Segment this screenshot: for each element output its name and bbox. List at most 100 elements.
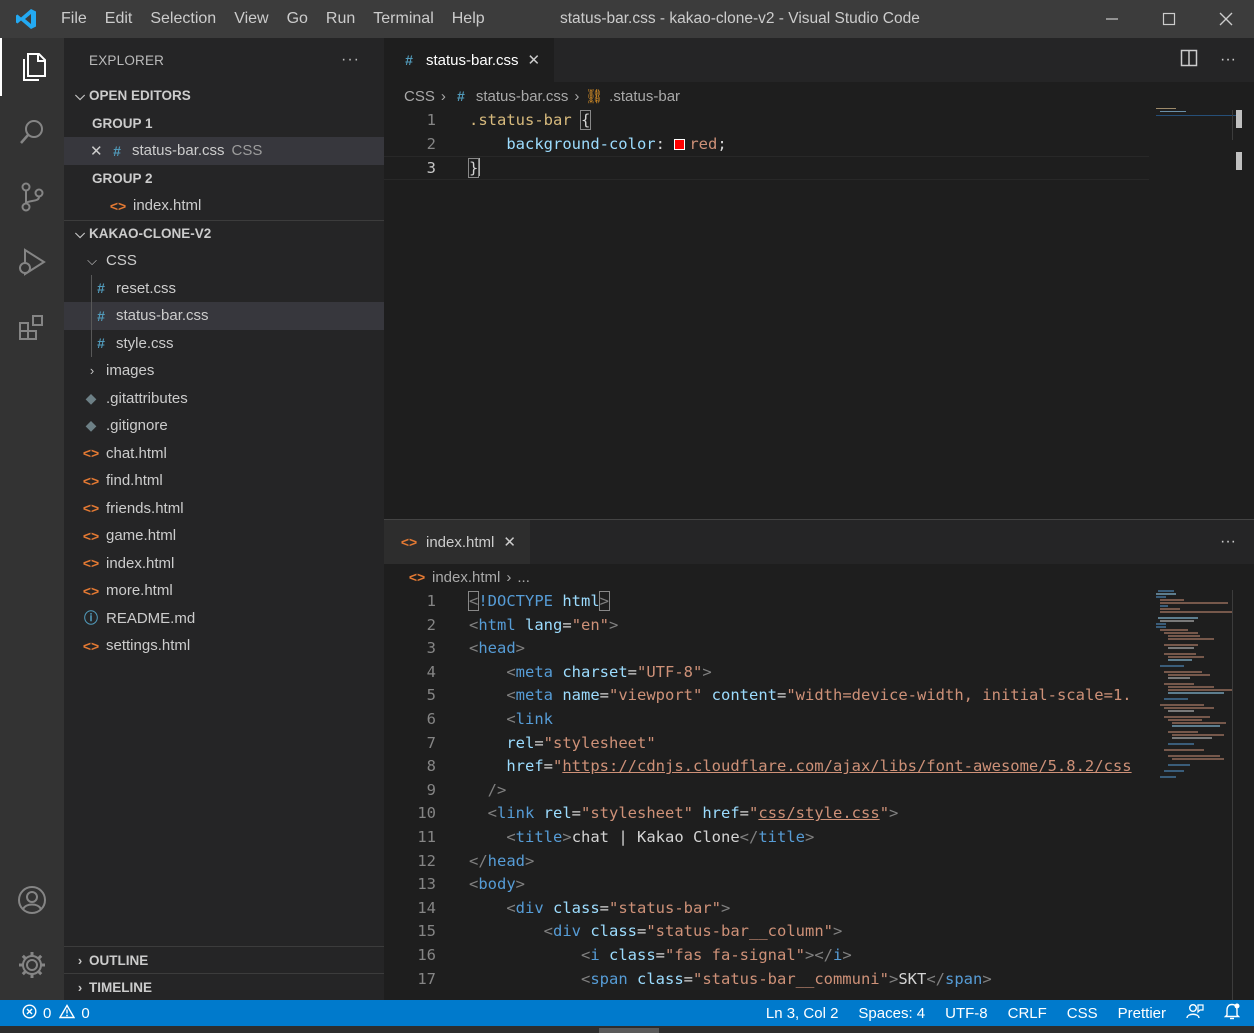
menu-run[interactable]: Run	[317, 10, 364, 28]
formatter[interactable]: Prettier	[1118, 1005, 1166, 1022]
warning-count: 0	[81, 1004, 90, 1022]
code-area-html[interactable]: 1 <!DOCTYPE html> 2 <html lang="en"> 3 <hea…	[384, 590, 1149, 991]
equals: =	[637, 922, 647, 941]
tab-label: status-bar.css	[426, 51, 519, 69]
attr-name: class	[627, 969, 684, 988]
open-editor-index-html[interactable]: <> index.html	[64, 192, 384, 220]
file-index-html[interactable]: <> index.html	[64, 550, 384, 578]
breadcrumb-file[interactable]: index.html	[432, 569, 500, 586]
menu-go[interactable]: Go	[278, 10, 317, 28]
css-selector: .status-bar	[469, 111, 572, 129]
menu-file[interactable]: File	[52, 10, 96, 28]
project-section[interactable]: ⌵ KAKAO-CLONE-V2	[64, 219, 384, 248]
problems-indicator[interactable]: 0 0	[0, 1003, 90, 1023]
file-gitattributes[interactable]: ◆ .gitattributes	[64, 385, 384, 413]
minimap[interactable]	[1156, 108, 1238, 120]
file-game-html[interactable]: <> game.html	[64, 522, 384, 550]
extensions-icon[interactable]	[0, 298, 64, 356]
timeline-section[interactable]: › TIMELINE	[64, 973, 384, 1000]
explorer-icon[interactable]	[0, 38, 64, 96]
code-line: 11 <title>chat | Kakao Clone</title>	[384, 826, 1149, 850]
file-name: friends.html	[106, 499, 184, 517]
menu-selection[interactable]: Selection	[141, 10, 225, 28]
maximize-button[interactable]	[1140, 0, 1197, 38]
manage-gear-icon[interactable]	[0, 936, 64, 994]
source-control-icon[interactable]	[0, 168, 64, 226]
code-line: 3 <head>	[384, 637, 1149, 661]
url-link[interactable]: https://cdnjs.cloudflare.com/ajax/libs/f…	[562, 757, 1131, 775]
indentation[interactable]: Spaces: 4	[858, 1005, 925, 1022]
color-swatch[interactable]	[674, 138, 686, 150]
open-editor-status-bar-css[interactable]: ✕ # status-bar.css CSS	[64, 137, 384, 165]
notifications-bell-icon[interactable]	[1223, 1003, 1241, 1024]
file-friends-html[interactable]: <> friends.html	[64, 495, 384, 523]
file-find-html[interactable]: <> find.html	[64, 467, 384, 495]
more-actions-icon[interactable]: ···	[1220, 51, 1236, 69]
overview-ruler[interactable]	[1232, 110, 1246, 170]
line-ending[interactable]: CRLF	[1008, 1005, 1047, 1022]
file-chat-html[interactable]: <> chat.html	[64, 440, 384, 468]
file-name: find.html	[106, 472, 163, 490]
tab-index-html[interactable]: <> index.html ✕	[384, 520, 530, 564]
explorer-title: EXPLORER	[89, 52, 165, 68]
encoding[interactable]: UTF-8	[945, 1005, 988, 1022]
breadcrumb-symbol[interactable]: ...	[517, 569, 530, 586]
file-gitignore[interactable]: ◆ .gitignore	[64, 412, 384, 440]
code-line: 1 .status-bar {	[384, 109, 1149, 133]
equals: =	[543, 757, 553, 776]
menu-view[interactable]: View	[225, 10, 277, 28]
chevron-right-icon: ›	[77, 952, 83, 968]
accounts-icon[interactable]	[0, 871, 64, 929]
overview-ruler[interactable]	[1232, 590, 1246, 1000]
menu-edit[interactable]: Edit	[96, 10, 142, 28]
folder-css[interactable]: ⌵ CSS	[64, 247, 384, 275]
url-link[interactable]: css/style.css	[758, 804, 879, 822]
line-number: 9	[426, 780, 436, 799]
menu-help[interactable]: Help	[443, 10, 494, 28]
search-icon[interactable]	[0, 103, 64, 161]
code-area-css[interactable]: 1 .status-bar { 2 background-color: red; …	[384, 109, 1149, 180]
minimap[interactable]	[1154, 588, 1236, 788]
breadcrumb-file[interactable]: status-bar.css	[476, 88, 569, 105]
file-style-css[interactable]: # style.css	[64, 329, 384, 357]
breadcrumb-symbol[interactable]: .status-bar	[609, 88, 680, 105]
more-actions-icon[interactable]: ···	[341, 51, 360, 69]
file-status-bar-css[interactable]: # status-bar.css	[64, 302, 384, 330]
html-file-icon: <>	[82, 637, 100, 654]
minimize-button[interactable]	[1083, 0, 1140, 38]
menu-terminal[interactable]: Terminal	[364, 10, 442, 28]
folder-images[interactable]: › images	[64, 357, 384, 385]
run-debug-icon[interactable]	[0, 233, 64, 291]
feedback-icon[interactable]	[1186, 1003, 1204, 1023]
split-editor-icon[interactable]	[1180, 49, 1198, 71]
code-line: 1 <!DOCTYPE html>	[384, 590, 1149, 614]
more-actions-icon[interactable]: ···	[1220, 533, 1236, 551]
close-tab-icon[interactable]: ✕	[503, 533, 516, 551]
attr-name: charset	[553, 662, 628, 681]
tag-bracket: </	[739, 827, 759, 846]
file-readme-md[interactable]: ⓘ README.md	[64, 605, 384, 633]
chevron-right-icon: ›	[574, 87, 580, 105]
chevron-down-icon: ⌵	[87, 252, 97, 268]
html-file-icon: <>	[82, 500, 100, 517]
timeline-label: TIMELINE	[89, 979, 152, 995]
breadcrumb-folder[interactable]: CSS	[404, 88, 435, 105]
tag-bracket: ></	[805, 945, 833, 964]
css-value: red	[689, 134, 718, 153]
close-icon[interactable]: ✕	[90, 142, 104, 160]
tab-status-bar-css[interactable]: # status-bar.css ✕	[384, 38, 555, 82]
line-number: 2	[426, 615, 436, 634]
cursor-position[interactable]: Ln 3, Col 2	[766, 1005, 839, 1022]
close-window-button[interactable]	[1197, 0, 1254, 38]
file-reset-css[interactable]: # reset.css	[64, 274, 384, 302]
file-more-html[interactable]: <> more.html	[64, 577, 384, 605]
line-number: 8	[426, 757, 436, 776]
vscode-logo-icon	[0, 0, 52, 38]
outline-section[interactable]: › OUTLINE	[64, 946, 384, 973]
close-tab-icon[interactable]: ✕	[528, 51, 541, 69]
open-editors-section[interactable]: ⌵ OPEN EDITORS	[64, 82, 384, 110]
title-bar: File Edit Selection View Go Run Terminal…	[0, 0, 1254, 38]
language-mode[interactable]: CSS	[1067, 1005, 1098, 1022]
code-line: 16 <i class="fas fa-signal"></i>	[384, 944, 1149, 968]
file-settings-html[interactable]: <> settings.html	[64, 632, 384, 660]
